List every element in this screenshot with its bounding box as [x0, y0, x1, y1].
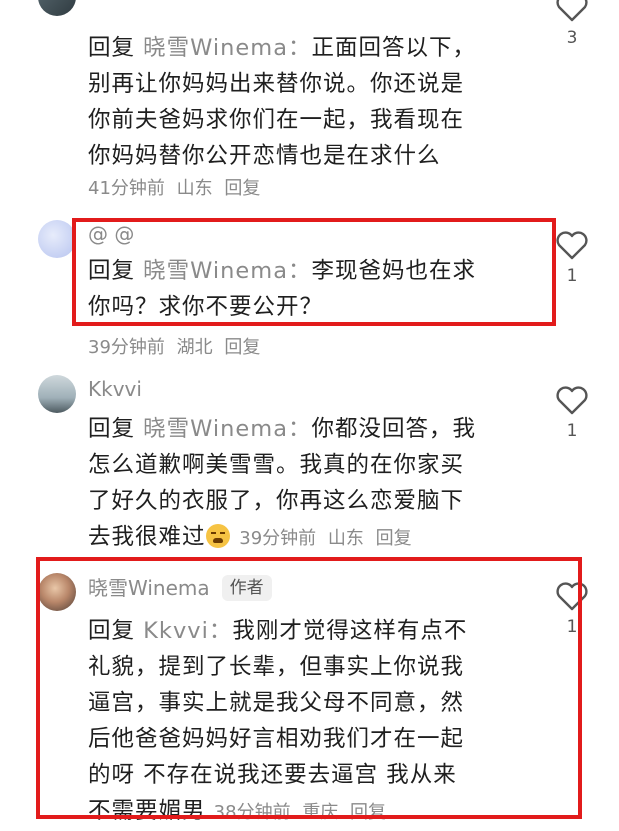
heart-outline-icon: [556, 231, 588, 260]
reply-target[interactable]: 晓雪Winema：: [143, 416, 311, 442]
like-count: 1: [566, 617, 578, 637]
reply-label: 回复: [88, 416, 136, 442]
author-badge: 作者: [221, 575, 272, 601]
comment-text: 回复 晓雪Winema：正面回答以下， 别再让你妈妈出来替你说。你还说是 你前夫…: [88, 30, 528, 202]
comment-meta: 38分钟前 重庆 回复: [214, 802, 392, 823]
reply-target[interactable]: 晓雪Winema：: [143, 258, 311, 284]
avatar[interactable]: [38, 220, 76, 258]
comment-item: Kkvvi 回复 晓雪Winema：你都没回答，我 怎么道歉啊美雪雪。我真的在你…: [0, 365, 619, 555]
tired-face-emoji: [205, 524, 230, 548]
comment-item: 回复 晓雪Winema：正面回答以下， 别再让你妈妈出来替你说。你还说是 你前夫…: [0, 0, 619, 205]
comment-text: 回复 Kkvvi：我刚才觉得这样有点不 礼貌，提到了长辈，但事实上你说我 逼宫，…: [88, 613, 528, 831]
comment-meta: 39分钟前 山东 回复: [234, 528, 418, 549]
like-button[interactable]: 3: [553, 0, 591, 48]
like-button[interactable]: 1: [553, 581, 591, 637]
avatar[interactable]: [38, 573, 76, 611]
comment-time: 41分钟前: [88, 178, 165, 199]
comment-meta: 41分钟前 山东 回复: [88, 176, 528, 202]
comment-line: 去我很难过: [88, 524, 206, 550]
comment-line: 你都没回答，我: [311, 416, 477, 442]
like-button[interactable]: 1: [553, 385, 591, 441]
avatar[interactable]: [38, 0, 76, 16]
comment-line: 不需要媚男: [88, 798, 206, 824]
comment-line: 你前夫爸妈求你们在一起，我看现在: [88, 107, 465, 133]
like-count: 1: [566, 421, 578, 441]
comment-time: 38分钟前: [213, 802, 291, 823]
comment-location: 山东: [176, 178, 213, 199]
comment-item: 晓雪Winema 作者 回复 Kkvvi：我刚才觉得这样有点不 礼貌，提到了长辈，…: [0, 555, 619, 824]
comment-line: 你妈妈替你公开恋情也是在求什么: [88, 143, 441, 169]
reply-target[interactable]: 晓雪Winema：: [143, 35, 311, 61]
comment-text: 回复 晓雪Winema：你都没回答，我 怎么道歉啊美雪雪。我真的在你家买 了好久…: [88, 411, 528, 557]
comment-line: 你吗？求你不要公开？: [88, 294, 324, 320]
comment-location: 重庆: [302, 802, 339, 823]
comment-line: 李现爸妈也在求: [311, 258, 477, 284]
like-button[interactable]: 1: [553, 230, 591, 286]
comment-meta: 39分钟前 湖北 回复: [88, 335, 528, 361]
heart-outline-icon: [556, 0, 588, 22]
reply-target[interactable]: Kkvvi：: [143, 618, 232, 644]
avatar[interactable]: [38, 375, 76, 413]
comment-line: 正面回答以下，: [311, 35, 477, 61]
reply-label: 回复: [88, 618, 136, 644]
comment-line: 逼宫，事实上就是我父母不同意，然: [88, 690, 465, 716]
username[interactable]: Kkvvi: [88, 377, 142, 401]
like-count: 1: [566, 266, 578, 286]
comment-line: 别再让你妈妈出来替你说。你还说是: [88, 71, 465, 97]
comment-line: 我刚才觉得这样有点不: [232, 618, 468, 644]
username-text[interactable]: 晓雪Winema: [88, 576, 210, 600]
like-count: 3: [566, 28, 578, 48]
reply-button[interactable]: 回复: [350, 802, 386, 823]
comment-line: 怎么道歉啊美雪雪。我真的在你家买: [88, 452, 465, 478]
reply-label: 回复: [88, 35, 136, 61]
comment-line: 的呀 不存在说我还要去逼宫 我从来: [88, 762, 457, 788]
heart-outline-icon: [556, 386, 588, 415]
reply-button[interactable]: 回复: [376, 528, 412, 549]
heart-outline-icon: [556, 582, 588, 611]
reply-button[interactable]: 回复: [224, 178, 260, 199]
comment-text: 回复 晓雪Winema：李现爸妈也在求 你吗？求你不要公开？ 39分钟前 湖北 …: [88, 253, 528, 361]
reply-label: 回复: [88, 258, 136, 284]
reply-button[interactable]: 回复: [224, 337, 260, 358]
comment-location: 湖北: [176, 337, 213, 358]
comment-location: 山东: [327, 528, 364, 549]
username[interactable]: 晓雪Winema 作者: [88, 575, 272, 601]
comment-time: 39分钟前: [239, 528, 317, 549]
comment-time: 39分钟前: [88, 337, 165, 358]
comment-line: 礼貌，提到了长辈，但事实上你说我: [88, 654, 465, 680]
comment-item: @ @ 回复 晓雪Winema：李现爸妈也在求 你吗？求你不要公开？ 39分钟前…: [0, 205, 619, 365]
comment-line: 了好久的衣服了，你再这么恋爱脑下: [88, 488, 465, 514]
username[interactable]: @ @: [88, 222, 134, 246]
comment-line: 后他爸爸妈妈好言相劝我们才在一起: [88, 726, 465, 752]
